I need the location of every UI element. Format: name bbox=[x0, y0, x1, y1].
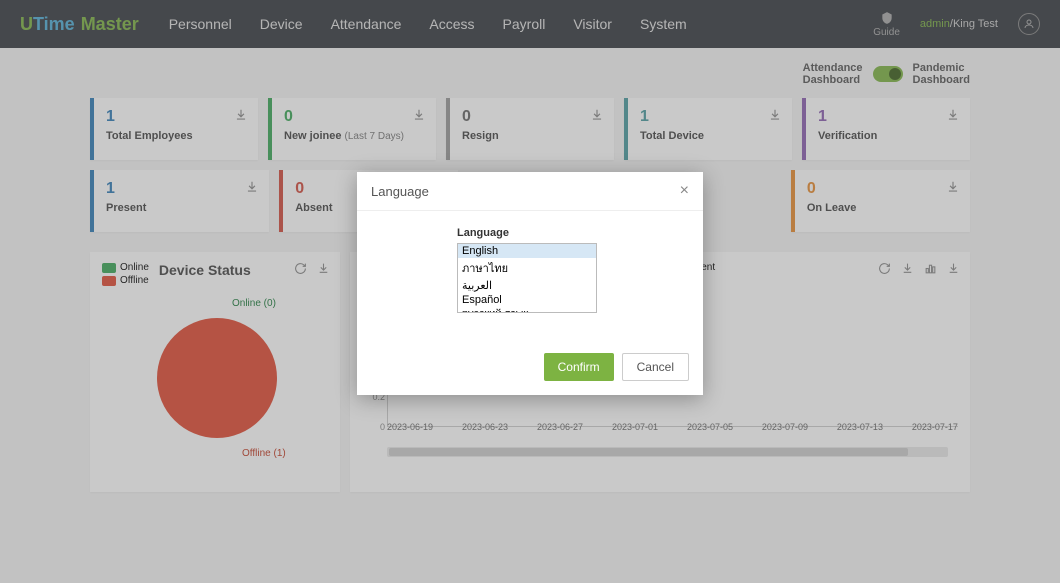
confirm-button[interactable]: Confirm bbox=[544, 353, 614, 381]
modal-body: Language EnglishภาษาไทยالعربيةEspañolрус… bbox=[357, 211, 703, 343]
language-select[interactable]: EnglishภาษาไทยالعربيةEspañolрусский язык… bbox=[457, 243, 597, 313]
language-option[interactable]: русский язык bbox=[458, 307, 596, 313]
language-modal: Language × Language Englishภาษาไทยالعربي… bbox=[357, 172, 703, 395]
language-option[interactable]: ภาษาไทย bbox=[458, 258, 596, 278]
modal-title: Language bbox=[371, 184, 429, 199]
language-option[interactable]: English bbox=[458, 244, 596, 258]
close-icon[interactable]: × bbox=[680, 182, 689, 200]
language-option[interactable]: العربية bbox=[458, 278, 596, 293]
cancel-button[interactable]: Cancel bbox=[622, 353, 689, 381]
modal-overlay: Language × Language Englishภาษาไทยالعربي… bbox=[0, 0, 1060, 583]
modal-header: Language × bbox=[357, 172, 703, 211]
modal-footer: Confirm Cancel bbox=[357, 343, 703, 395]
language-field-label: Language bbox=[457, 227, 689, 239]
language-option[interactable]: Español bbox=[458, 293, 596, 307]
